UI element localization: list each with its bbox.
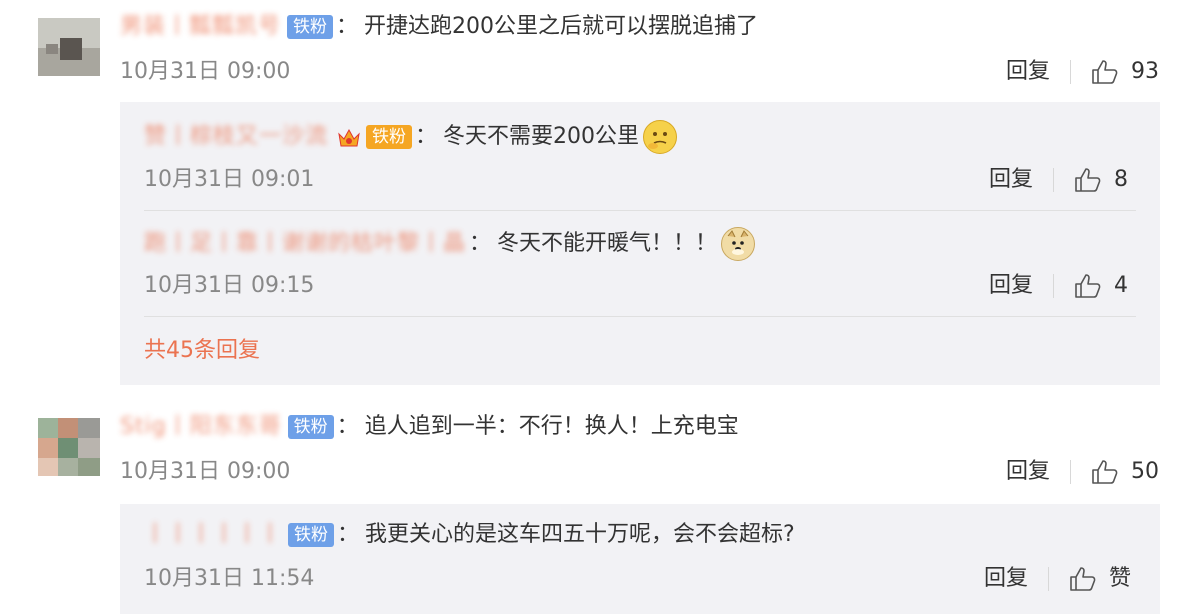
divider xyxy=(1053,274,1055,298)
thumbs-up-icon xyxy=(1070,567,1096,591)
fan-badge[interactable]: 铁粉 xyxy=(287,15,334,39)
timestamp: 10月31日 09:01 xyxy=(144,167,315,192)
divider xyxy=(1048,567,1050,591)
reply-line: 丨丨丨丨丨丨 铁粉 ： 我更关心的是这车四五十万呢，会不会超标? xyxy=(144,520,795,550)
like-button[interactable]: 4 xyxy=(1074,271,1128,301)
reply-actions: 回复 4 xyxy=(989,271,1128,301)
like-count: 8 xyxy=(1114,167,1129,192)
reply-button[interactable]: 回复 xyxy=(989,165,1033,195)
avatar[interactable] xyxy=(38,18,100,76)
like-count: 50 xyxy=(1131,459,1160,484)
colon: ： xyxy=(469,231,492,256)
fan-badge[interactable]: 铁粉 xyxy=(366,125,413,149)
reply-divider xyxy=(144,316,1136,317)
thumbs-up-icon xyxy=(1075,274,1101,298)
username[interactable]: 赞丨棕枝又一沙流 xyxy=(144,122,328,152)
timestamp: 10月31日 09:15 xyxy=(144,273,315,298)
like-count: 93 xyxy=(1131,59,1160,84)
thinking-emoji-icon xyxy=(643,120,678,154)
fan-badge[interactable]: 铁粉 xyxy=(288,523,335,547)
reply-line: 跑丨足丨靠丨谢谢的枯叶黎丨晶 ： 冬天不能开暖气！！！ xyxy=(144,227,756,261)
colon: ： xyxy=(337,522,360,547)
fan-badge[interactable]: 铁粉 xyxy=(287,415,334,439)
reply-button[interactable]: 回复 xyxy=(989,271,1033,301)
thumbs-up-icon xyxy=(1092,460,1118,484)
reply-divider xyxy=(144,210,1136,211)
timestamp: 10月31日 09:00 xyxy=(120,59,291,84)
comment-text: 开捷达跑200公里之后就可以摆脱追捕了 xyxy=(364,14,759,39)
divider xyxy=(1053,168,1055,192)
like-count: 赞 xyxy=(1109,566,1132,591)
comment-actions: 回复 93 xyxy=(1006,57,1159,87)
reply-line: 赞丨棕枝又一沙流 铁粉 ： 冬天不需要200公里 xyxy=(144,120,678,154)
replies-box: 丨丨丨丨丨丨 铁粉 ： 我更关心的是这车四五十万呢，会不会超标? 10月31日 … xyxy=(120,504,1160,614)
reply-text: 冬天不需要200公里 xyxy=(443,124,640,149)
like-button[interactable]: 93 xyxy=(1091,57,1159,87)
comment-line: Stig丨阳东东哥 铁粉 ： 追人追到一半：不行！换人！上充电宝 xyxy=(120,412,739,442)
more-replies-link[interactable]: 共45条回复 xyxy=(144,336,260,366)
thumbs-up-icon xyxy=(1075,168,1101,192)
like-button[interactable]: 赞 xyxy=(1069,564,1131,594)
reply-button[interactable]: 回复 xyxy=(1006,457,1050,487)
like-button[interactable]: 8 xyxy=(1074,165,1128,195)
colon: ： xyxy=(336,14,359,39)
comment-line: 男装丨瓢瓢凯号 铁粉 ： 开捷达跑200公里之后就可以摆脱追捕了 xyxy=(120,12,758,42)
username[interactable]: 丨丨丨丨丨丨 xyxy=(144,520,282,550)
reply-button[interactable]: 回复 xyxy=(1006,57,1050,87)
reply-actions: 回复 赞 xyxy=(984,564,1131,594)
divider xyxy=(1070,60,1072,84)
comment-actions: 回复 50 xyxy=(1006,457,1159,487)
reply-text: 我更关心的是这车四五十万呢，会不会超标? xyxy=(365,522,795,547)
reply-text: 冬天不能开暖气！！！ xyxy=(497,231,718,256)
username[interactable]: 男装丨瓢瓢凯号 xyxy=(120,12,281,42)
avatar[interactable] xyxy=(38,418,100,476)
crown-icon xyxy=(338,127,360,147)
comment-text: 追人追到一半：不行！换人！上充电宝 xyxy=(364,414,739,439)
like-count: 4 xyxy=(1114,273,1129,298)
doge-emoji-icon xyxy=(721,227,756,261)
username[interactable]: 跑丨足丨靠丨谢谢的枯叶黎丨晶 xyxy=(144,229,466,259)
thumbs-up-icon xyxy=(1092,60,1118,84)
replies-box: 赞丨棕枝又一沙流 铁粉 ： 冬天不需要200公里 10月31日 09:01 回复… xyxy=(120,102,1160,385)
divider xyxy=(1070,460,1072,484)
reply-actions: 回复 8 xyxy=(989,165,1128,195)
like-button[interactable]: 50 xyxy=(1091,457,1159,487)
timestamp: 10月31日 09:00 xyxy=(120,459,291,484)
timestamp: 10月31日 11:54 xyxy=(144,566,315,591)
reply-button[interactable]: 回复 xyxy=(984,564,1028,594)
colon: ： xyxy=(336,414,359,439)
username[interactable]: Stig丨阳东东哥 xyxy=(120,412,282,442)
colon: ： xyxy=(415,124,438,149)
